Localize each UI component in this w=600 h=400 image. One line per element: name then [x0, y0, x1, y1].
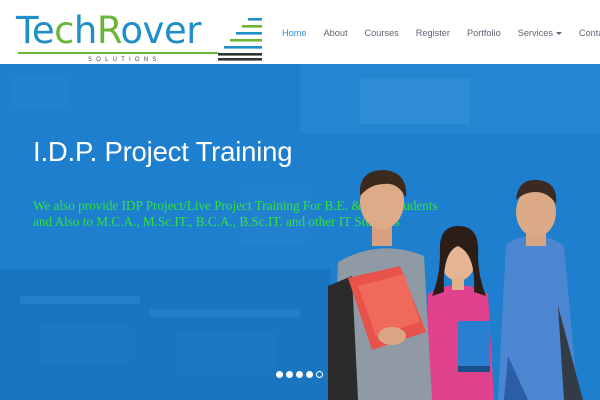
logo-part-3: h: [73, 9, 97, 52]
nav-register[interactable]: Register: [416, 28, 450, 38]
nav-courses[interactable]: Courses: [365, 28, 399, 38]
site-header: TechRover SOLUTIONS Home About Courses R…: [0, 0, 600, 64]
logo-wordmark: TechRover: [16, 10, 201, 52]
caret-down-icon: [555, 32, 562, 36]
slide-dot-5[interactable]: [316, 371, 323, 378]
hero-slider: I.D.P. Project Training We also provide …: [0, 64, 600, 400]
nav-services[interactable]: Services: [518, 28, 562, 38]
stacked-lines-logo-icon: [218, 18, 262, 61]
slider-pagination: [276, 371, 323, 378]
logo-part-2: c: [54, 9, 74, 52]
logo-underline: [18, 52, 218, 54]
logo-part-4: R: [96, 9, 121, 52]
nav-services-label: Services: [517, 28, 553, 38]
logo-tagline: SOLUTIONS: [88, 57, 161, 63]
slide-dot-1[interactable]: [276, 371, 283, 378]
nav-about[interactable]: About: [324, 28, 348, 38]
slide-dot-4[interactable]: [306, 371, 313, 378]
site-logo[interactable]: TechRover SOLUTIONS: [16, 8, 266, 64]
nav-portfolio[interactable]: Portfolio: [467, 28, 501, 38]
students-photo: [328, 170, 583, 400]
slide-dot-3[interactable]: [296, 371, 303, 378]
nav-home[interactable]: Home: [282, 28, 307, 38]
logo-part-1: Te: [16, 9, 55, 52]
slide-dot-2[interactable]: [286, 371, 293, 378]
logo-part-5: over: [120, 9, 201, 52]
hero-title: I.D.P. Project Training: [33, 136, 293, 167]
nav-contact[interactable]: Contact: [579, 28, 600, 38]
main-nav: Home About Courses Register Portfolio Se…: [282, 22, 600, 44]
